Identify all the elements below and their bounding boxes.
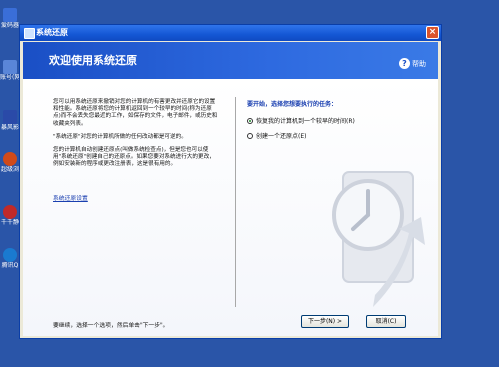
app-icon [3,110,17,124]
desktop-icon-4[interactable]: 超级浏 [0,152,20,173]
task-column: 要开始，选择您想要执行的任务： 恢复我的计算机到一个较早的时间(R) 创建一个还… [247,99,417,146]
desktop-icon-label: 腾讯Q [1,262,19,269]
help-icon: ? [399,58,410,69]
desktop-icon-6[interactable]: 腾讯Q [0,248,20,269]
task-prompt: 要开始，选择您想要执行的任务： [247,101,338,108]
option-label: 恢复我的计算机到一个较早的时间(R) [256,118,355,125]
desktop-icon-2[interactable]: 账号(网 [0,60,20,81]
intro-paragraph: "系统还原"对您的计算机所做的任何改动都是可逆的。 [53,133,187,140]
app-icon [3,8,17,22]
system-restore-icon [24,28,35,39]
penguin-icon [3,248,17,262]
app-icon [3,60,17,74]
window-title: 系统还原 [36,28,68,37]
intro-paragraph: 您的计算机自动创建还原点(叫做系统检查点)，但是您也可以使用"系统还原"创建自己… [53,147,215,168]
footer-instruction: 要继续，选择一个选项，然后单击"下一步"。 [53,323,169,329]
system-restore-window: 系统还原 × 欢迎使用系统还原 ? 帮助 您可以用系统还原来撤销对您的计算机的有害… [19,24,442,339]
next-button[interactable]: 下一步(N) > [301,315,349,328]
desktop-icon-1[interactable]: 爱码器 [0,8,20,29]
desktop-icon-3[interactable]: 暴风影 [0,110,20,131]
close-button[interactable]: × [426,26,439,39]
desktop-icon-label: 超级浏 [0,166,19,173]
body-area: 您可以用系统还原来撤销对您的计算机的有害更改并还原它的设置和性能。系统还原将您的… [23,79,438,336]
help-label: 帮助 [412,59,426,68]
header-banner: 欢迎使用系统还原 ? 帮助 [23,42,438,79]
window-content: 欢迎使用系统还原 ? 帮助 您可以用系统还原来撤销对您的计算机的有害更改并还原它的… [23,42,438,336]
option-create-point[interactable]: 创建一个还原点(E) [247,131,417,140]
page-title: 欢迎使用系统还原 [49,54,137,67]
option-restore[interactable]: 恢复我的计算机到一个较早的时间(R) [247,116,417,125]
title-bar[interactable]: 系统还原 × [20,25,441,41]
desktop-icon-label: 暴风影 [0,124,19,131]
radio-button-selected[interactable] [247,117,253,124]
restore-settings-link[interactable]: 系统还原设置 [53,193,88,202]
radio-button[interactable] [247,132,253,139]
desktop-icon-label: 账号(网 [0,74,20,81]
help-button[interactable]: ? 帮助 [399,53,426,69]
desktop-icon-label: 千千静 [0,219,19,226]
column-divider [235,97,236,307]
cancel-button[interactable]: 取消(C) [366,315,406,328]
intro-column: 您可以用系统还原来撤销对您的计算机的有害更改并还原它的设置和性能。系统还原将您的… [53,99,218,204]
desktop-icon-label: 爱码器 [0,22,19,29]
app-icon [3,205,17,219]
clock-illustration-icon [332,171,425,307]
option-label: 创建一个还原点(E) [256,133,307,140]
desktop-icon-5[interactable]: 千千静 [0,205,20,226]
intro-paragraph: 您可以用系统还原来撤销对您的计算机的有害更改并还原它的设置和性能。系统还原将您的… [53,99,218,127]
app-icon [3,152,17,166]
